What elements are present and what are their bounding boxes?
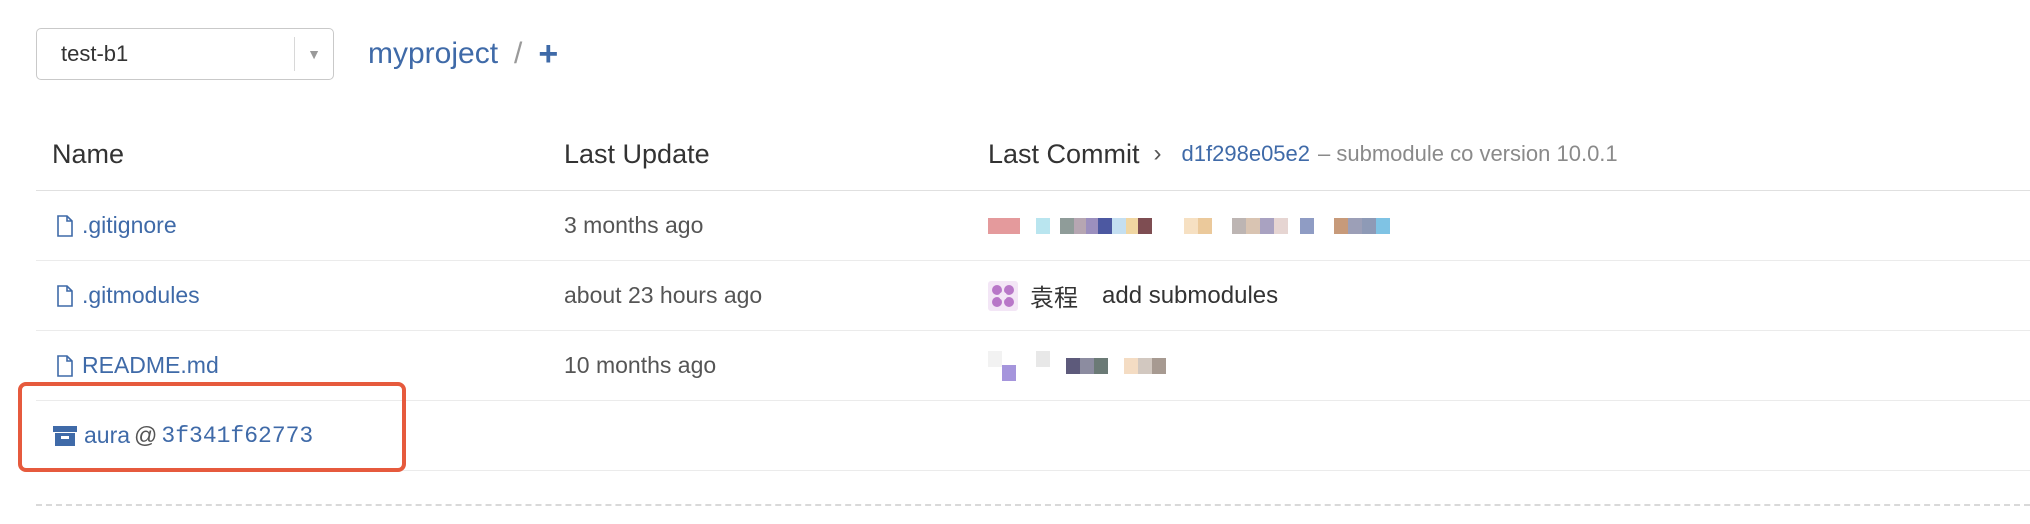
file-icon xyxy=(57,214,73,237)
table-row: .gitignore 3 months ago xyxy=(36,191,2030,261)
author-avatar[interactable] xyxy=(988,280,1018,311)
file-cell: README.md xyxy=(36,352,562,379)
add-file-button[interactable]: + xyxy=(538,35,558,74)
table-header: Name Last Update Last Commit › d1f298e05… xyxy=(36,118,2030,191)
caret-down-icon[interactable]: ▼ xyxy=(295,46,333,62)
branch-selector-value: test-b1 xyxy=(61,41,129,66)
file-link[interactable]: README.md xyxy=(82,352,219,379)
commit-message-link[interactable]: add submodules xyxy=(1102,282,1278,310)
file-cell: .gitignore xyxy=(36,212,562,239)
date-cell: 3 months ago xyxy=(562,212,988,239)
date-cell: 10 months ago xyxy=(562,352,988,379)
header-last-update: Last Update xyxy=(564,138,710,169)
file-cell: .gitmodules xyxy=(36,282,562,309)
last-commit-message: – submodule co version 10.0.1 xyxy=(1318,141,1618,166)
dashed-divider xyxy=(36,504,2030,506)
branch-selector[interactable]: test-b1 ▼ xyxy=(36,28,334,80)
breadcrumb-repo-link[interactable]: myproject xyxy=(368,37,498,71)
file-icon xyxy=(57,284,73,307)
file-link[interactable]: .gitmodules xyxy=(82,282,200,309)
breadcrumb-separator: / xyxy=(514,37,523,70)
last-commit-sha-link[interactable]: d1f298e05e2 xyxy=(1182,141,1310,167)
commit-author[interactable]: 袁程 xyxy=(1030,278,1078,313)
header-last-commit: Last Commit › d1f298e05e2 – submodule co… xyxy=(988,139,2030,170)
last-update-text: about 23 hours ago xyxy=(564,282,763,308)
chevron-right-icon: › xyxy=(1153,140,1162,167)
date-cell: about 23 hours ago xyxy=(562,282,988,309)
highlight-annotation-box xyxy=(18,382,406,472)
last-update-text: 10 months ago xyxy=(564,352,717,378)
last-commit-label: Last Commit xyxy=(988,138,1140,169)
file-icon xyxy=(57,354,73,377)
top-bar: test-b1 ▼ myproject / + xyxy=(36,26,558,82)
last-update-text: 3 months ago xyxy=(564,212,704,238)
breadcrumb: myproject / + xyxy=(368,35,558,74)
commit-cell: 袁程 add submodules xyxy=(988,278,2030,313)
file-link[interactable]: .gitignore xyxy=(82,212,177,239)
table-row: .gitmodules about 23 hours ago 袁程 add su… xyxy=(36,261,2030,331)
repository-tree-page: test-b1 ▼ myproject / + Name Last Update… xyxy=(0,0,2030,524)
commit-cell xyxy=(988,349,2030,383)
pixelated-commit-info xyxy=(988,349,1166,383)
pixelated-commit-info xyxy=(988,209,1390,243)
header-name: Name xyxy=(52,138,125,169)
commit-cell xyxy=(988,209,2030,243)
